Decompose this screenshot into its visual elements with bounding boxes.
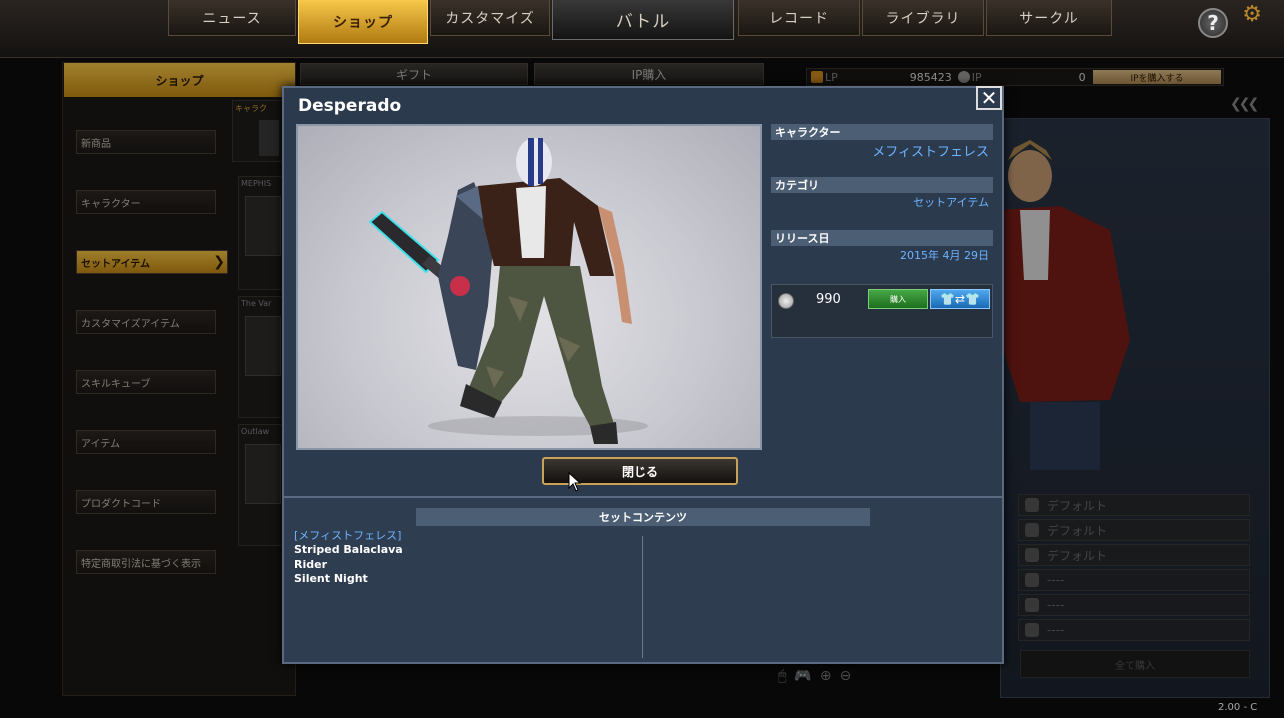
contents-group-label: [メフィストフェレス] <box>294 529 402 542</box>
tab-battle[interactable]: バトル <box>552 0 734 40</box>
release-date-header: リリース日 <box>771 230 993 246</box>
release-date-value: 2015年 4月 29日 <box>900 249 989 262</box>
category-value: セットアイテム <box>913 196 989 209</box>
price-box: 990 購入 👕⇄👕 <box>771 284 993 338</box>
tab-shop[interactable]: ショップ <box>298 0 428 44</box>
character-value: メフィストフェレス <box>872 145 989 160</box>
character-header: キャラクター <box>771 124 993 140</box>
close-icon[interactable]: ✕ <box>976 86 1002 110</box>
category-header: カテゴリ <box>771 177 993 193</box>
tab-record[interactable]: レコード <box>738 0 860 36</box>
set-contents-header: セットコンテンツ <box>416 508 870 526</box>
tab-customize[interactable]: カスタマイズ <box>430 0 550 36</box>
top-navigation: ニュース ショップ カスタマイズ バトル レコード ライブラリ サークル ? ⚙ <box>0 0 1284 58</box>
item-detail-dialog: Desperado ✕ キャラクター メフィストフェレス カテゴリ セットアイテ… <box>282 86 1004 664</box>
tab-library[interactable]: ライブラリ <box>862 0 984 36</box>
list-item: Rider <box>294 557 327 571</box>
gear-icon[interactable]: ⚙ <box>1242 2 1262 27</box>
item-preview-viewport[interactable] <box>296 124 762 450</box>
try-on-button[interactable]: 👕⇄👕 <box>930 289 990 309</box>
tab-circle[interactable]: サークル <box>986 0 1112 36</box>
dialog-title: Desperado <box>298 96 402 116</box>
list-item: Silent Night <box>294 572 368 585</box>
mouse-cursor-icon <box>568 472 582 492</box>
list-item: Striped Balaclava <box>294 543 403 556</box>
character-model <box>368 138 648 444</box>
set-contents-panel: セットコンテンツ [メフィストフェレス] Striped Balaclava R… <box>284 496 1002 662</box>
price-value: 990 <box>816 292 841 307</box>
ip-coin-icon <box>778 293 794 309</box>
set-contents-list: [メフィストフェレス] Striped Balaclava Rider Sile… <box>294 528 403 587</box>
tab-news[interactable]: ニュース <box>168 0 296 36</box>
contents-divider <box>642 536 643 658</box>
help-button[interactable]: ? <box>1198 8 1228 38</box>
buy-button[interactable]: 購入 <box>868 289 928 309</box>
